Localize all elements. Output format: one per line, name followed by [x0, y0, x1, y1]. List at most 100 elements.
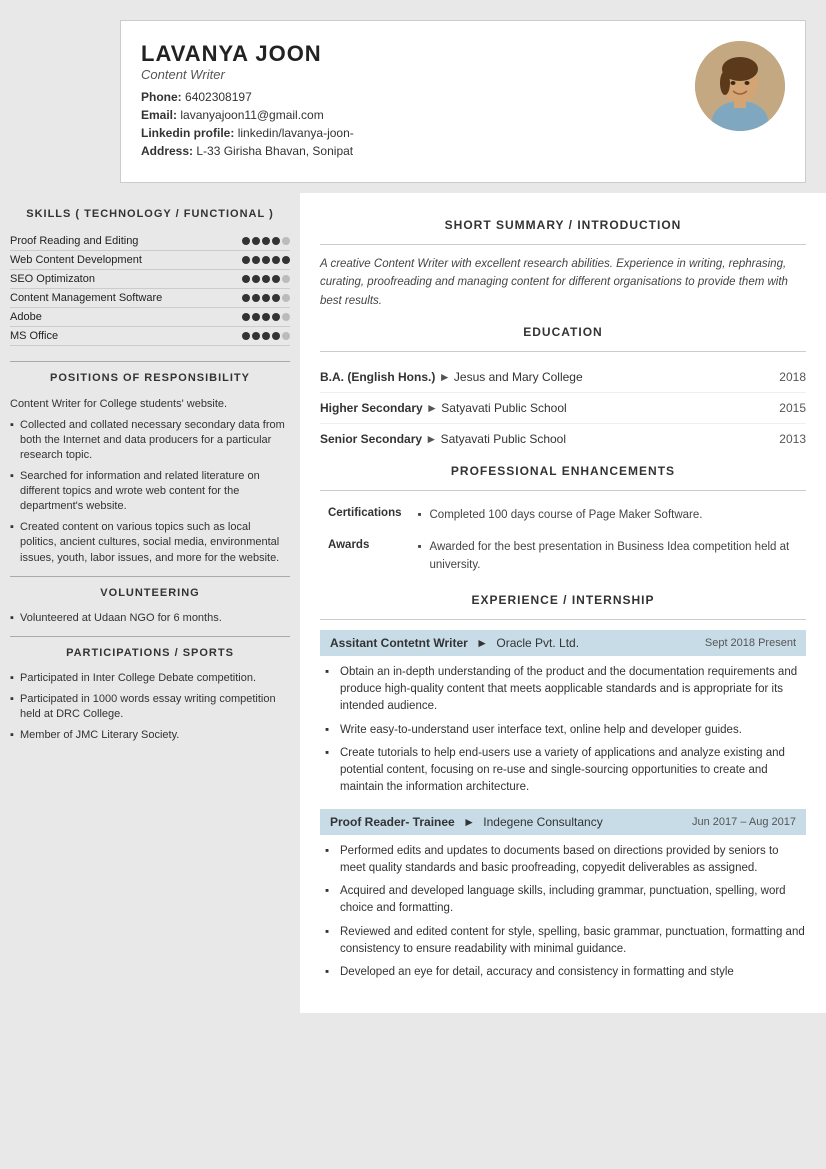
- education-title: EDUCATION: [320, 325, 806, 339]
- skill-row: SEO Optimizaton: [10, 270, 290, 289]
- participations-bullet: Member of JMC Literary Society.: [10, 728, 290, 743]
- skill-dot: [282, 332, 290, 340]
- education-row: B.A. (English Hons.) ► Jesus and Mary Co…: [320, 362, 806, 393]
- skill-name: MS Office: [10, 330, 242, 342]
- skill-dot: [242, 332, 250, 340]
- positions-bullets: Collected and collated necessary seconda…: [10, 418, 290, 567]
- participations-content: Participated in Inter College Debate com…: [10, 671, 290, 743]
- exp-bullet: Obtain an in-depth understanding of the …: [325, 664, 806, 716]
- header-section: LAVANYA JOON Content Writer Phone: 64023…: [120, 20, 806, 183]
- skill-dot: [262, 275, 270, 283]
- education-year: 2013: [779, 432, 806, 446]
- positions-bullet: Searched for information and related lit…: [10, 469, 290, 515]
- summary-divider: [320, 244, 806, 245]
- skill-dot: [272, 256, 280, 264]
- awards-row: Awards Awarded for the best presentation…: [320, 533, 806, 583]
- skill-dots: [242, 256, 290, 264]
- awards-item: Awarded for the best presentation in Bus…: [418, 539, 799, 574]
- participations-title: PARTICIPATIONS / SPORTS: [10, 647, 290, 659]
- exp-bullet: Acquired and developed language skills, …: [325, 883, 806, 918]
- skill-dot: [242, 275, 250, 283]
- exp-header: Assitant Contetnt Writer ► Oracle Pvt. L…: [320, 630, 806, 656]
- linkedin-value: linkedin/lavanya-joon-: [238, 126, 354, 140]
- exp-period: Sept 2018 Present: [705, 637, 796, 649]
- skills-table: Proof Reading and Editing Web Content Dev…: [10, 232, 290, 346]
- skill-row: Adobe: [10, 308, 290, 327]
- education-left: B.A. (English Hons.) ► Jesus and Mary Co…: [320, 370, 583, 384]
- exp-header: Proof Reader- Trainee ► Indegene Consult…: [320, 809, 806, 835]
- pro-title: PROFESSIONAL ENHANCEMENTS: [320, 464, 806, 478]
- education-row: Senior Secondary ► Satyavati Public Scho…: [320, 424, 806, 454]
- participations-bullets: Participated in Inter College Debate com…: [10, 671, 290, 743]
- exp-period: Jun 2017 – Aug 2017: [692, 816, 796, 828]
- skill-dot: [282, 256, 290, 264]
- certifications-item: Completed 100 days course of Page Maker …: [418, 507, 799, 524]
- participations-bullet: Participated in 1000 words essay writing…: [10, 692, 290, 723]
- skill-dot: [242, 256, 250, 264]
- skill-dots: [242, 237, 290, 245]
- phone-value: 6402308197: [185, 90, 252, 104]
- address-value: L-33 Girisha Bhavan, Sonipat: [196, 144, 353, 158]
- skill-dot: [252, 237, 260, 245]
- main-content: SHORT SUMMARY / INTRODUCTION A creative …: [300, 193, 826, 1013]
- summary-text: A creative Content Writer with excellent…: [320, 255, 806, 310]
- positions-bullet: Collected and collated necessary seconda…: [10, 418, 290, 464]
- experience-title: EXPERIENCE / INTERNSHIP: [320, 593, 806, 607]
- skill-dots: [242, 332, 290, 340]
- exp-bullet: Developed an eye for detail, accuracy an…: [325, 964, 806, 981]
- certifications-content: Completed 100 days course of Page Maker …: [410, 501, 807, 533]
- skill-dot: [262, 294, 270, 302]
- skill-dots: [242, 275, 290, 283]
- skill-dot: [262, 256, 270, 264]
- skill-dot: [242, 294, 250, 302]
- exp-bullet: Performed edits and updates to documents…: [325, 843, 806, 878]
- certifications-row: Certifications Completed 100 days course…: [320, 501, 806, 533]
- positions-bullet: Created content on various topics such a…: [10, 520, 290, 566]
- sidebar-divider-2: [10, 576, 290, 577]
- awards-label: Awards: [320, 533, 410, 583]
- skill-row: Content Management Software: [10, 289, 290, 308]
- sidebar: SKILLS ( TECHNOLOGY / FUNCTIONAL ) Proof…: [0, 193, 300, 1013]
- header-info: LAVANYA JOON Content Writer Phone: 64023…: [141, 41, 354, 162]
- address-label: Address:: [141, 144, 193, 158]
- email-line: Email: lavanyajoon11@gmail.com: [141, 108, 354, 122]
- skill-dot: [272, 332, 280, 340]
- skill-dot: [242, 313, 250, 321]
- main-layout: SKILLS ( TECHNOLOGY / FUNCTIONAL ) Proof…: [0, 193, 826, 1013]
- email-label: Email:: [141, 108, 177, 122]
- certifications-label: Certifications: [320, 501, 410, 533]
- skill-dot: [282, 275, 290, 283]
- skill-row: Proof Reading and Editing: [10, 232, 290, 251]
- skill-name: SEO Optimizaton: [10, 273, 242, 285]
- positions-main: Content Writer for College students' web…: [10, 396, 290, 413]
- skill-dot: [282, 313, 290, 321]
- positions-content: Content Writer for College students' web…: [10, 396, 290, 566]
- skill-dot: [262, 313, 270, 321]
- skill-dot: [242, 237, 250, 245]
- sidebar-divider-3: [10, 636, 290, 637]
- exp-bullet: Write easy-to-understand user interface …: [325, 722, 806, 739]
- exp-role: Proof Reader- Trainee ► Indegene Consult…: [330, 815, 603, 829]
- linkedin-label: Linkedin profile:: [141, 126, 234, 140]
- skill-name: Adobe: [10, 311, 242, 323]
- jobs-list: Assitant Contetnt Writer ► Oracle Pvt. L…: [320, 630, 806, 982]
- phone-line: Phone: 6402308197: [141, 90, 354, 104]
- skill-name: Proof Reading and Editing: [10, 235, 242, 247]
- skill-dot: [252, 275, 260, 283]
- skills-section-title: SKILLS ( TECHNOLOGY / FUNCTIONAL ): [10, 208, 290, 220]
- positions-title: POSITIONS OF RESPONSIBILITY: [10, 372, 290, 384]
- candidate-name: LAVANYA JOON: [141, 41, 354, 67]
- avatar: [695, 41, 785, 131]
- skill-dot: [282, 237, 290, 245]
- skill-dot: [252, 332, 260, 340]
- skill-dot: [252, 313, 260, 321]
- sidebar-divider-1: [10, 361, 290, 362]
- exp-bullet: Create tutorials to help end-users use a…: [325, 745, 806, 797]
- summary-title: SHORT SUMMARY / INTRODUCTION: [320, 218, 806, 232]
- skill-name: Web Content Development: [10, 254, 242, 266]
- exp-role: Assitant Contetnt Writer ► Oracle Pvt. L…: [330, 636, 579, 650]
- email-value: lavanyajoon11@gmail.com: [180, 108, 323, 122]
- exp-bullets: Obtain an in-depth understanding of the …: [320, 664, 806, 797]
- exp-bullet: Reviewed and edited content for style, s…: [325, 924, 806, 959]
- skill-dot: [272, 237, 280, 245]
